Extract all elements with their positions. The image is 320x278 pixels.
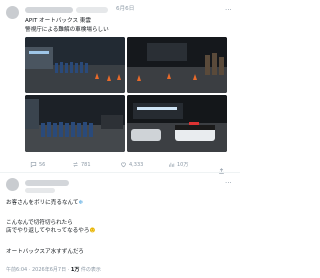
photo-3-scene [25,95,125,152]
view-count-label: 件の表示 [79,267,101,273]
post-timestamp[interactable]: 午前6:04 · 2026年6月7日 · [6,267,71,273]
like-button[interactable]: 4,333 [120,161,143,168]
post-photo-1[interactable] [25,37,125,93]
more-options-icon[interactable]: ··· [225,179,232,187]
photo-2-scene [127,37,227,93]
post-meta: 午前6:04 · 2026年6月7日 · 1万 件の表示 [6,266,101,274]
photo-1-scene [25,37,125,93]
share-icon[interactable] [218,160,225,179]
reply-text-line-4: オートバックスア水すずんだろ [6,249,84,255]
post-photo-2[interactable] [127,37,227,93]
heart-icon [121,162,126,168]
views-count: 10万 [177,162,189,168]
views-button[interactable]: 10万 [168,161,188,168]
like-count: 4,333 [129,161,144,168]
reply-icon [30,162,37,168]
reply-text-line-1: お客さんをボリに売るなんて❄ [6,200,84,206]
repost-count: 781 [81,161,91,168]
reply-button[interactable]: 56 [30,161,45,168]
post-time[interactable]: 6月6日 [116,5,134,13]
display-name-redacted [25,180,69,186]
sweat-smile-emoji-icon: ☻ [89,228,96,234]
reply-text-line-2: こんなんで切符切られたら [6,220,73,226]
reply-count: 56 [39,161,46,168]
repost-button[interactable]: 781 [72,161,91,168]
handle-redacted [76,7,108,13]
post-divider [0,172,240,173]
avatar[interactable] [6,178,19,191]
more-options-icon[interactable]: ··· [225,6,232,14]
post-text-line-2: 警視庁による難解の車検場らしい [25,27,109,33]
snowflake-emoji-icon: ❄ [78,200,84,206]
repost-icon [73,162,78,167]
views-icon [169,162,175,167]
handle-redacted [25,188,55,193]
post-photo-3[interactable] [25,95,125,152]
post-text-line-1: APIT オートバックス 東雲 [25,18,91,24]
post-photo-4[interactable] [127,95,227,152]
avatar[interactable] [6,6,19,19]
display-name-redacted [25,7,73,13]
reply-text-line-3: 店でやり返してやれってなるやろ☻ [6,228,96,234]
photo-4-scene [127,95,227,152]
